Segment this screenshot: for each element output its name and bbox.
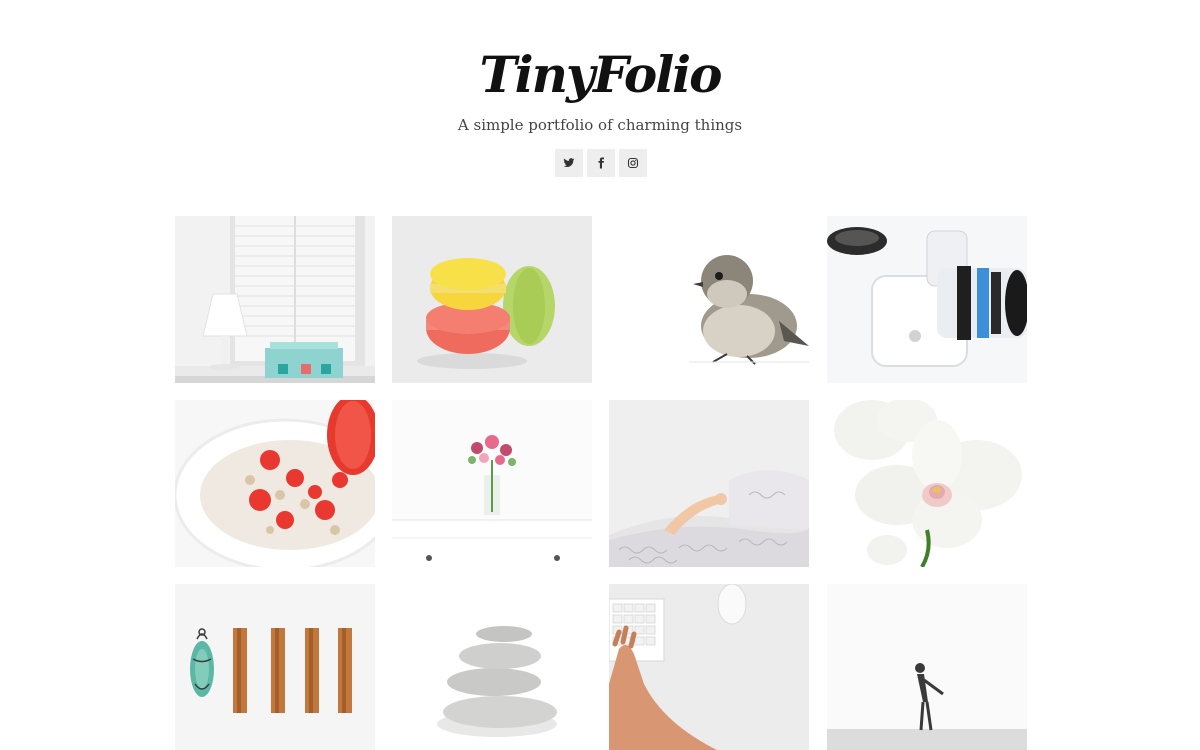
macarons-image bbox=[392, 216, 592, 383]
instagram-icon bbox=[627, 157, 639, 169]
portfolio-item-bird[interactable] bbox=[609, 216, 809, 383]
person-silhouette-image bbox=[827, 584, 1027, 750]
portfolio-item-flower-vase[interactable] bbox=[392, 400, 592, 567]
site-tagline: A simple portfolio of charming things bbox=[457, 116, 743, 134]
strawberry-cereal-image bbox=[175, 400, 375, 567]
camera-image bbox=[827, 216, 1027, 383]
bed-arm-image bbox=[609, 400, 809, 567]
portfolio-item-person-silhouette[interactable] bbox=[827, 584, 1027, 750]
portfolio-item-stacked-stones[interactable] bbox=[392, 584, 592, 750]
twitter-button[interactable] bbox=[555, 149, 583, 177]
stacked-stones-image bbox=[392, 584, 592, 750]
keyboard-hand-image bbox=[609, 584, 809, 750]
cinnamon-sticks-image bbox=[175, 584, 375, 750]
bird-image bbox=[609, 216, 809, 383]
instagram-button[interactable] bbox=[619, 149, 647, 177]
site-header: TinyFolio A simple portfolio of charming… bbox=[0, 0, 1200, 200]
portfolio-item-macarons[interactable] bbox=[392, 216, 592, 383]
orchid-image bbox=[827, 400, 1027, 567]
portfolio-item-camera[interactable] bbox=[827, 216, 1027, 383]
site-logo[interactable]: TinyFolio bbox=[0, 40, 1200, 110]
flower-vase-image bbox=[392, 400, 592, 567]
facebook-button[interactable] bbox=[587, 149, 615, 177]
portfolio-item-bed-arm[interactable] bbox=[609, 400, 809, 567]
social-links bbox=[555, 149, 647, 177]
portfolio-item-window-lamp[interactable] bbox=[175, 216, 375, 383]
window-lamp-image bbox=[175, 216, 375, 383]
portfolio-item-keyboard-hand[interactable] bbox=[609, 584, 809, 750]
portfolio-item-cinnamon-sticks[interactable] bbox=[175, 584, 375, 750]
facebook-icon bbox=[598, 157, 604, 169]
portfolio-item-strawberry-cereal[interactable] bbox=[175, 400, 375, 567]
portfolio-item-orchid[interactable] bbox=[827, 400, 1027, 567]
twitter-icon bbox=[563, 158, 575, 168]
portfolio-grid bbox=[175, 216, 1027, 750]
